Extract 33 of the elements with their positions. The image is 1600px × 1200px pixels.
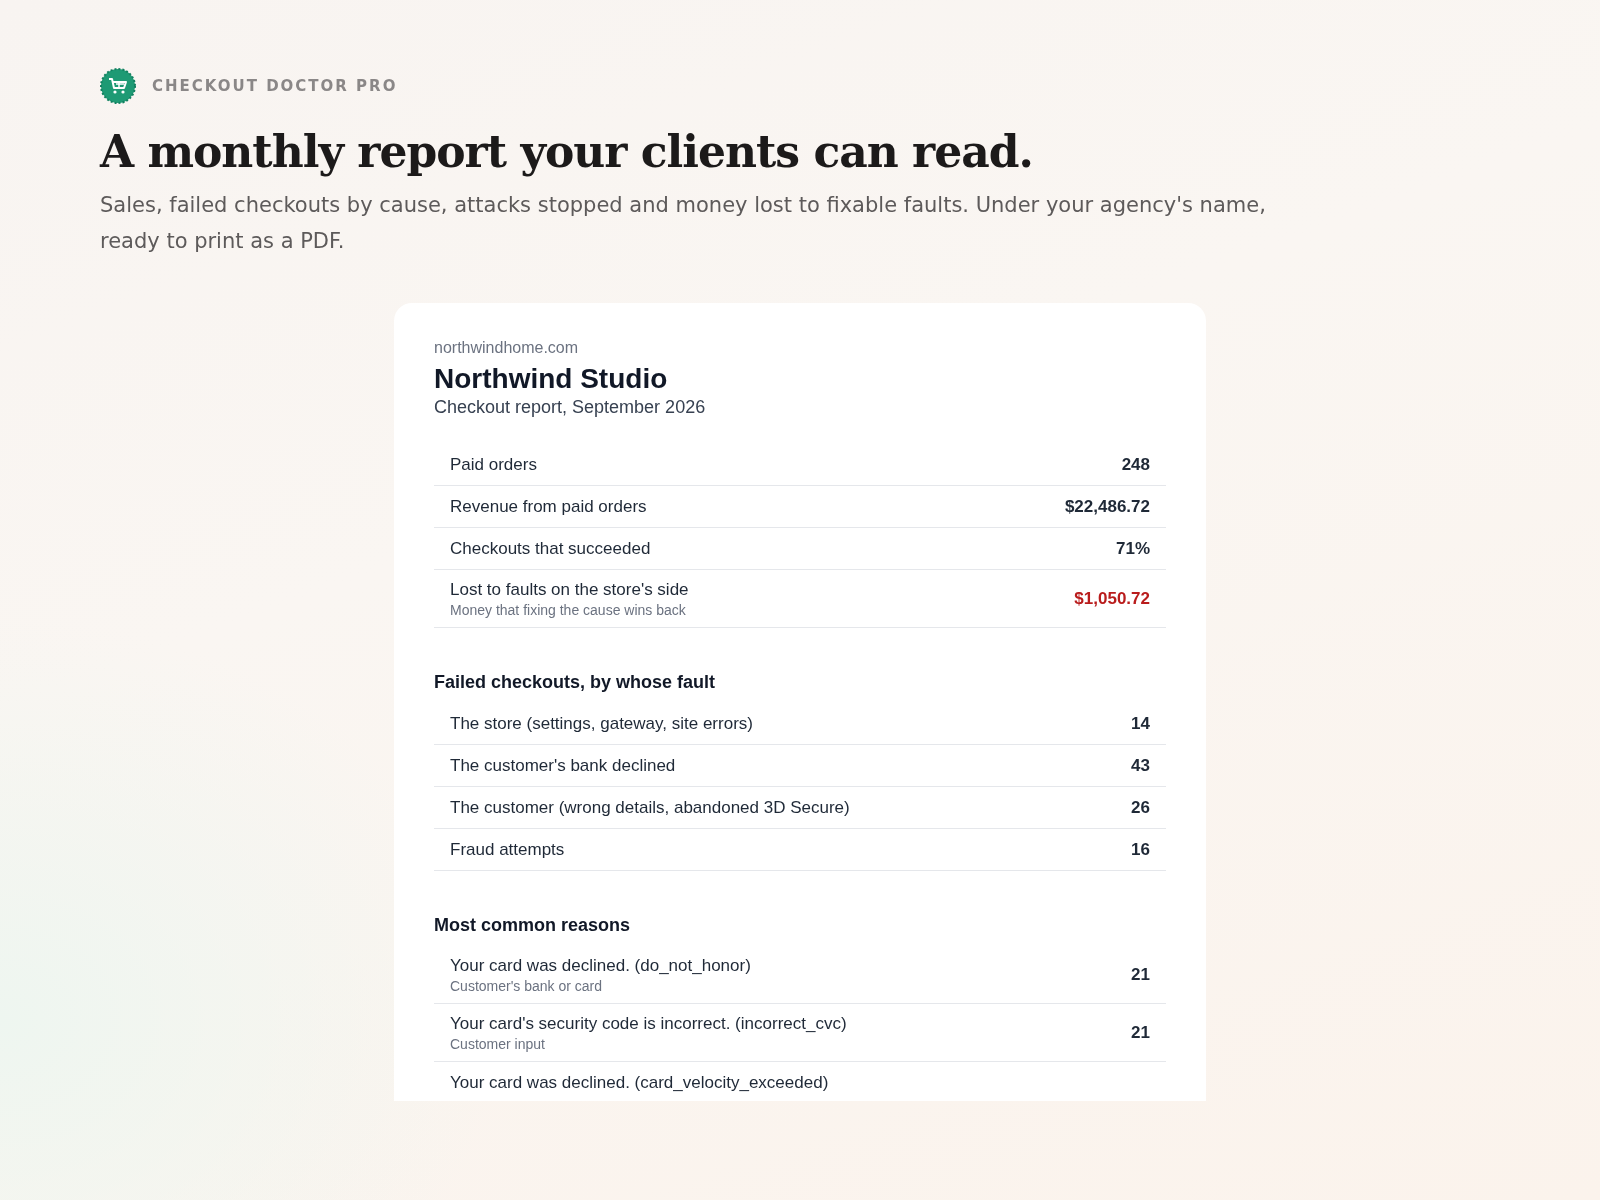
row-value: 248 [1121,455,1150,475]
row-label: Your card was declined. (do_not_honor) [450,956,751,976]
brand-name: CHECKOUT DOCTOR PRO [152,77,398,95]
row-value: 71% [1115,539,1150,559]
row-value: 21 [1131,965,1150,985]
row-label: The customer (wrong details, abandoned 3D Secure) [450,798,850,818]
section-title: Most common reasons [434,915,632,936]
row-value: 21 [1131,1023,1150,1043]
cart-icon [100,68,136,104]
row-value: $1,050.72 [1074,589,1150,609]
row-label: Your card's security code is incorrect. (incorrect_cvc) [450,1014,847,1034]
row-label: The customer's bank declined [450,756,676,776]
page-subtitle: Sales, failed checkouts by cause, attacks stopped and money lost to fixable faults. Under your agency's name, ready to print as a PDF. [100,192,1267,255]
page-title: A monthly report your clients can read. [100,126,1034,177]
row-label: Your card was declined. (card_velocity_exceeded) [450,1073,829,1093]
row-value: 26 [1131,798,1150,818]
row-label: Paid orders [450,455,537,475]
row-note: Customer's bank or card [450,978,604,994]
report-domain: northwindhome.com [434,339,580,357]
section-title: Failed checkouts, by whose fault [434,672,717,693]
row-label: The store (settings, gateway, site errors) [450,714,753,734]
row-value: $22,486.72 [1064,497,1150,517]
row-note: Money that fixing the cause wins back [450,602,687,618]
row-label: Checkouts that succeeded [450,539,651,559]
report-client: Northwind Studio [434,363,669,395]
row-note: Customer input [450,1036,546,1052]
row-label: Lost to faults on the store's side [450,580,689,600]
report-period: Checkout report, September 2026 [434,397,707,418]
row-value: 16 [1131,840,1150,860]
row-label: Revenue from paid orders [450,497,647,517]
row-value: 14 [1131,714,1150,734]
row-value: 43 [1131,756,1150,776]
row-label: Fraud attempts [450,840,565,860]
